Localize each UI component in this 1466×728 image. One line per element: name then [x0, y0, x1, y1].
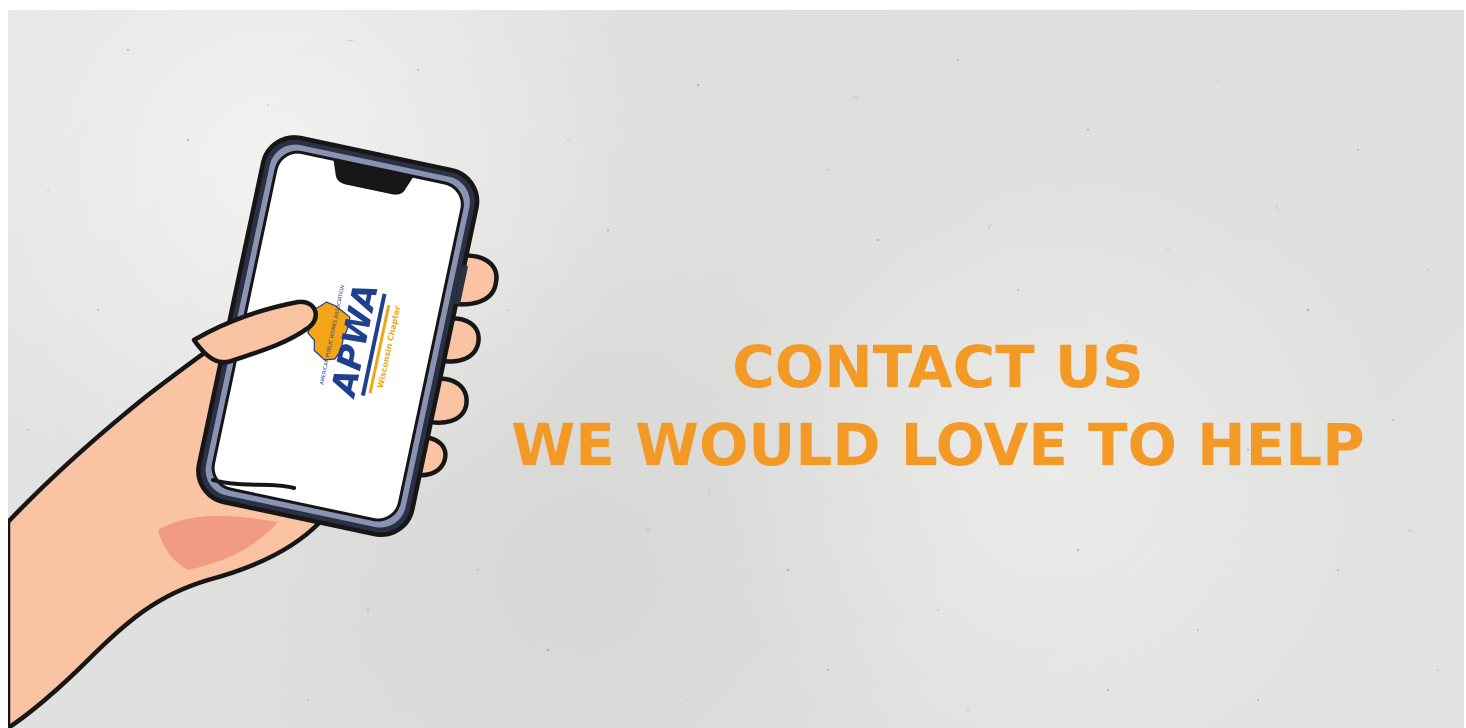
headline-contact-us: CONTACT US: [732, 333, 1144, 401]
headline-help-message: WE WOULD LOVE TO HELP: [511, 411, 1365, 479]
contact-headline: CONTACT US WE WOULD LOVE TO HELP: [448, 328, 1428, 484]
contact-banner: APWA AMERICAN PUBLIC WORKS ASSOCIATION W…: [8, 10, 1464, 728]
